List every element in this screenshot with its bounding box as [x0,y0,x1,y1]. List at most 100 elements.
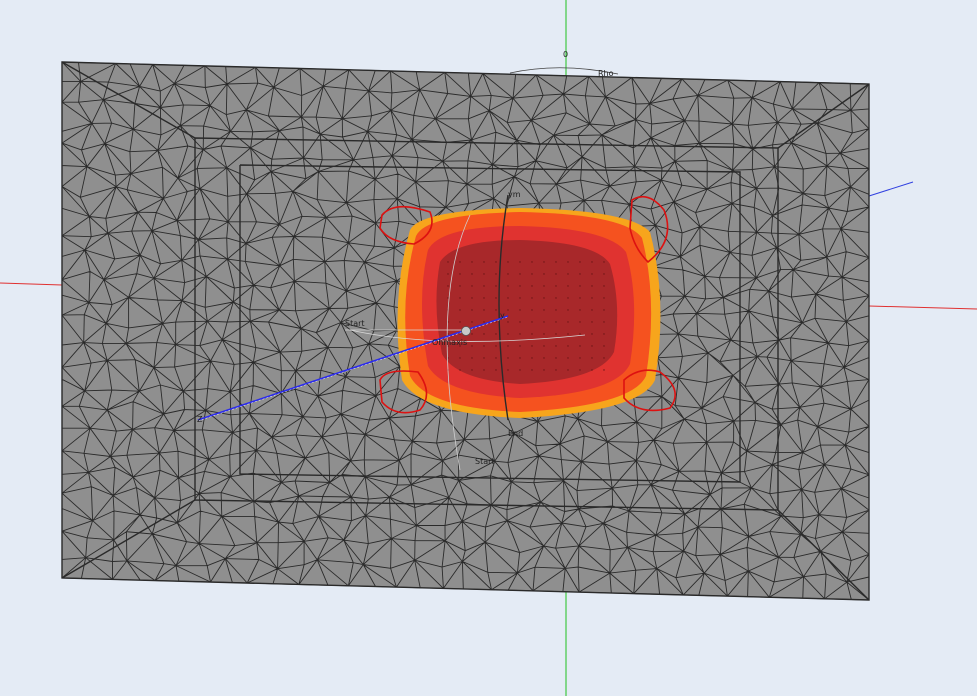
node-dot [543,273,545,275]
node-dot [507,345,509,347]
node-dot [471,285,473,287]
node-dot [543,285,545,287]
node-dot [471,297,473,299]
top-gizmo: 0 Rho [509,50,619,78]
node-dot [543,369,545,371]
node-dot [471,333,473,335]
plane-label: Ohmaxis [432,338,467,347]
node-dot [447,273,449,275]
node-dot [531,285,533,287]
node-dot [603,285,605,287]
node-dot [507,333,509,335]
node-dot [567,297,569,299]
node-dot [483,369,485,371]
node-dot [459,333,461,335]
node-dot [495,297,497,299]
node-dot [543,345,545,347]
node-dot [495,309,497,311]
node-dot [471,261,473,263]
node-dot [483,333,485,335]
node-dot [495,321,497,323]
node-dot [579,369,581,371]
scene-canvas[interactable]: 0 Rho Z Start Ohmaxis ym y End Start [0,0,977,696]
x-axis-line-left [0,282,63,286]
node-dot [519,333,521,335]
node-dot [459,369,461,371]
node-dot [543,321,545,323]
node-dot [471,321,473,323]
node-dot [507,321,509,323]
node-dot [591,297,593,299]
node-dot [567,261,569,263]
gizmo-handle[interactable] [461,326,471,336]
node-dot [555,357,557,359]
node-dot [603,261,605,263]
node-dot [543,261,545,263]
node-dot [471,309,473,311]
node-dot [507,309,509,311]
contour-band-darkred [436,240,618,384]
node-dot [579,321,581,323]
3d-viewport[interactable]: 0 Rho Z Start Ohmaxis ym y End Start [0,0,977,696]
node-dot [579,345,581,347]
node-dot [555,345,557,347]
node-dot [567,345,569,347]
node-dot [447,285,449,287]
node-dot [483,285,485,287]
node-dot [507,297,509,299]
x-axis-line-right [868,305,977,310]
node-dot [483,261,485,263]
node-dot [543,357,545,359]
node-dot [531,321,533,323]
node-dot [555,369,557,371]
node-dot [603,357,605,359]
node-dot [519,273,521,275]
node-dot [531,261,533,263]
node-dot [543,333,545,335]
node-dot [507,369,509,371]
node-dot [495,345,497,347]
node-dot [555,285,557,287]
node-dot [519,285,521,287]
node-dot [507,357,509,359]
start-label-2: Start [475,457,495,466]
node-dot [603,333,605,335]
node-dot [495,333,497,335]
node-dot [471,357,473,359]
node-dot [459,297,461,299]
node-dot [567,333,569,335]
node-dot [603,309,605,311]
node-dot [567,369,569,371]
node-dot [459,261,461,263]
node-dot [495,273,497,275]
node-dot [591,273,593,275]
node-dot [579,333,581,335]
node-dot [591,369,593,371]
node-dot [567,273,569,275]
node-dot [447,261,449,263]
node-dot [579,273,581,275]
node-dot [495,285,497,287]
node-dot [603,345,605,347]
node-dot [459,285,461,287]
node-dot [507,273,509,275]
node-dot [483,321,485,323]
node-dot [471,273,473,275]
node-dot [483,273,485,275]
node-dot [603,273,605,275]
node-dot [471,369,473,371]
node-dot [519,309,521,311]
node-dot [591,285,593,287]
node-dot [471,345,473,347]
node-dot [531,273,533,275]
end-label: End [508,429,523,438]
node-dot [555,297,557,299]
z-axis-line [868,181,914,197]
node-dot [519,321,521,323]
node-dot [459,357,461,359]
start-label-1: Start [345,319,365,328]
stress-contour[interactable] [379,195,676,418]
node-dot [519,297,521,299]
node-dot [519,261,521,263]
ym-label: ym [508,190,521,199]
